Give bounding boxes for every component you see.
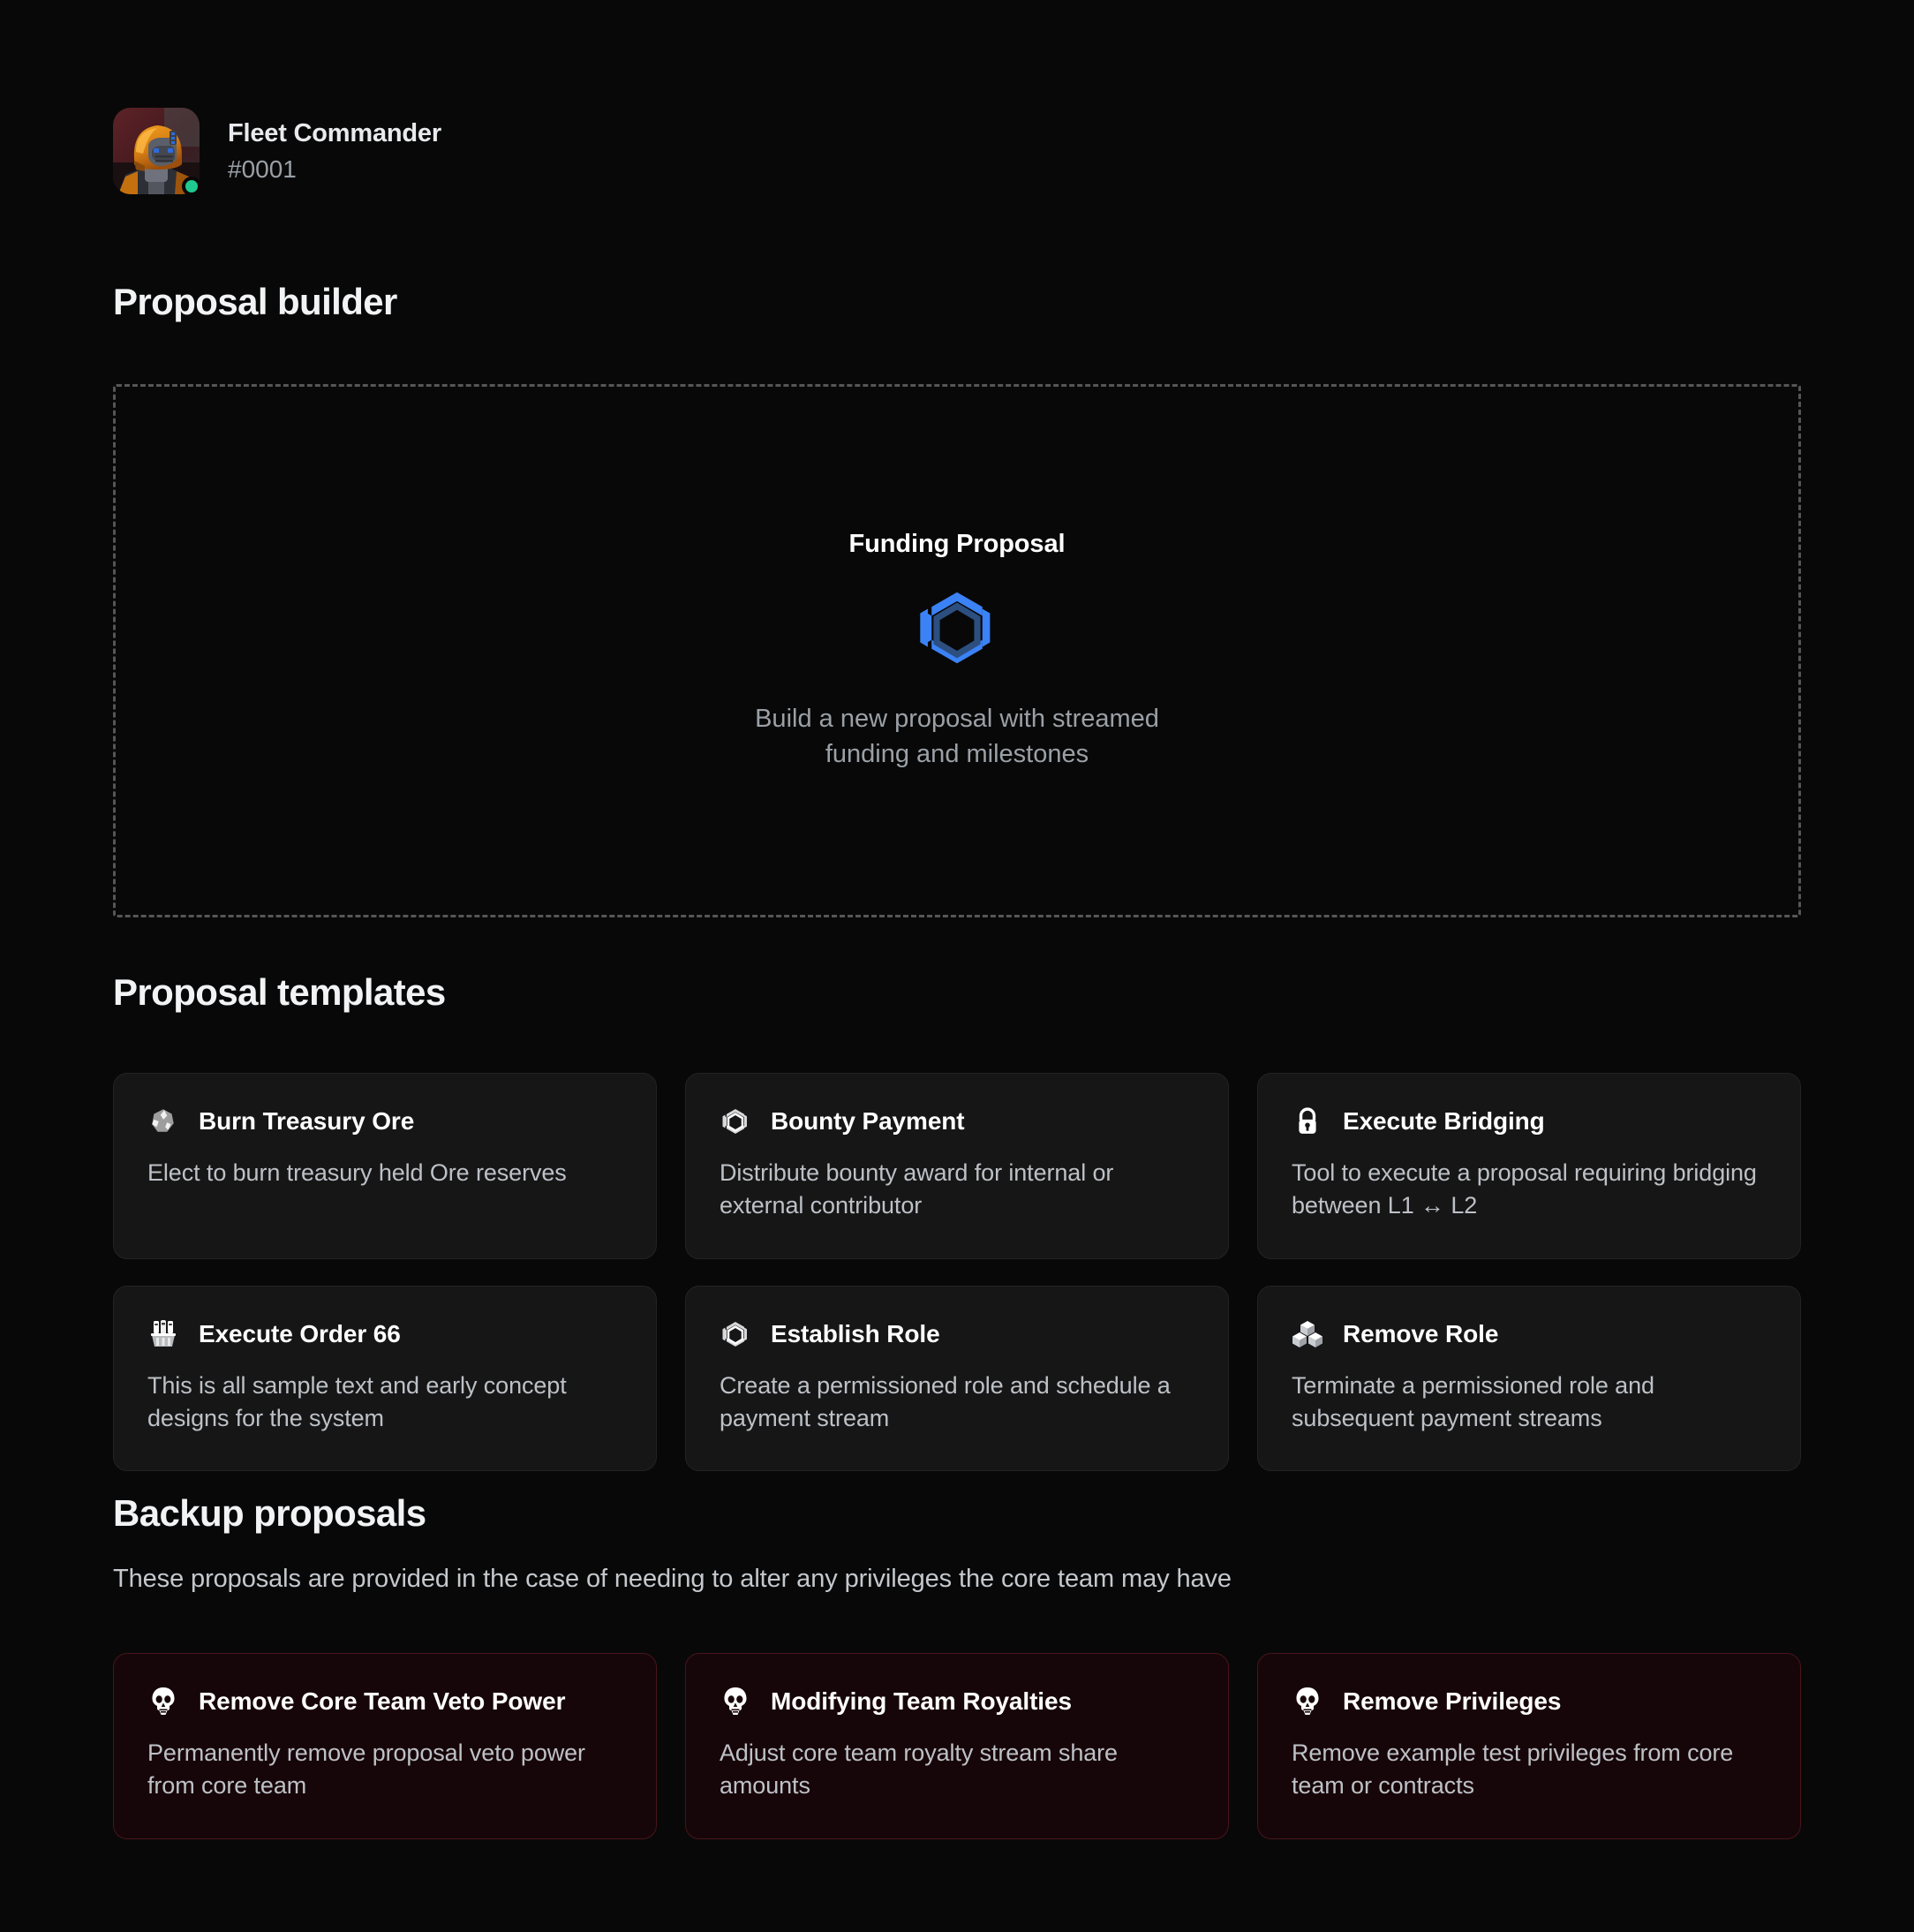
card-title: Execute Bridging: [1343, 1107, 1545, 1135]
card-description: Elect to burn treasury held Ore reserves: [147, 1159, 567, 1186]
card-head: Remove Privileges: [1292, 1686, 1767, 1717]
hexagon-icon: [916, 587, 998, 668]
skull-icon: [1292, 1686, 1323, 1717]
skull-icon: [147, 1686, 179, 1717]
card-head: Execute Bridging: [1292, 1106, 1767, 1137]
card-head: Bounty Payment: [720, 1106, 1194, 1137]
profile-name: Fleet Commander: [228, 119, 441, 148]
template-card-establish-role[interactable]: Establish Role Create a permissioned rol…: [685, 1285, 1229, 1471]
card-head: Modifying Team Royalties: [720, 1686, 1194, 1717]
card-title: Remove Privileges: [1343, 1687, 1562, 1715]
card-description: Distribute bounty award for internal or …: [720, 1159, 1114, 1219]
ore-icon: [147, 1106, 179, 1137]
card-description: Adjust core team royalty stream share am…: [720, 1740, 1118, 1800]
card-description: Permanently remove proposal veto power f…: [147, 1740, 585, 1800]
card-head: Remove Core Team Veto Power: [147, 1686, 622, 1717]
card-title: Modifying Team Royalties: [771, 1687, 1072, 1715]
template-card-remove-role[interactable]: Remove Role Terminate a permissioned rol…: [1257, 1285, 1801, 1471]
profile-id: #0001: [228, 155, 297, 183]
card-title: Establish Role: [771, 1319, 940, 1347]
proposal-builder-page: Fleet Commander #0001 Proposal builder F…: [0, 0, 1914, 1932]
proposal-builder-heading: Proposal builder: [113, 281, 397, 322]
card-head: Remove Role: [1292, 1318, 1767, 1350]
template-card-burn-treasury-ore[interactable]: Burn Treasury Ore Elect to burn treasury…: [113, 1073, 657, 1259]
template-card-execute-order-66[interactable]: Execute Order 66 This is all sample text…: [113, 1285, 657, 1471]
profile-text: Fleet Commander #0001: [228, 117, 441, 184]
backup-proposals-subheading: These proposals are provided in the case…: [113, 1565, 1232, 1593]
hexagon-icon: [720, 1106, 751, 1137]
backup-card-remove-privileges[interactable]: Remove Privileges Remove example test pr…: [1257, 1653, 1801, 1839]
card-title: Burn Treasury Ore: [199, 1107, 415, 1135]
card-description: Create a permissioned role and schedule …: [720, 1371, 1171, 1431]
dropzone-description: Build a new proposal with streamed fundi…: [755, 704, 1159, 768]
hexagon-icon: [720, 1318, 751, 1350]
template-card-execute-bridging[interactable]: Execute Bridging Tool to execute a propo…: [1257, 1073, 1801, 1259]
backup-card-modifying-team-royalties[interactable]: Modifying Team Royalties Adjust core tea…: [685, 1653, 1229, 1839]
backup-card-remove-core-team-veto-power[interactable]: Remove Core Team Veto Power Permanently …: [113, 1653, 657, 1839]
card-description: Terminate a permissioned role and subseq…: [1292, 1371, 1654, 1431]
proposal-templates-heading: Proposal templates: [113, 971, 446, 1013]
card-head: Execute Order 66: [147, 1318, 622, 1350]
avatar[interactable]: [113, 108, 201, 196]
profile-header: Fleet Commander #0001: [113, 108, 441, 196]
proposal-templates-grid: Burn Treasury Ore Elect to burn treasury…: [113, 1073, 1801, 1471]
card-description: Remove example test privileges from core…: [1292, 1740, 1734, 1800]
card-title: Remove Core Team Veto Power: [199, 1687, 566, 1715]
status-indicator-dot: [182, 177, 201, 196]
card-description: Tool to execute a proposal requiring bri…: [1292, 1159, 1757, 1219]
card-head: Burn Treasury Ore: [147, 1106, 622, 1137]
proposal-dropzone[interactable]: Funding Proposal Build a new proposal wi…: [113, 384, 1801, 917]
card-head: Establish Role: [720, 1318, 1194, 1350]
lock-icon: [1292, 1106, 1323, 1137]
dropzone-title: Funding Proposal: [848, 529, 1066, 558]
card-description: This is all sample text and early concep…: [147, 1371, 567, 1431]
card-title: Execute Order 66: [199, 1319, 401, 1347]
card-title: Remove Role: [1343, 1319, 1499, 1347]
troops-icon: [147, 1318, 179, 1350]
card-title: Bounty Payment: [771, 1107, 965, 1135]
backup-proposals-grid: Remove Core Team Veto Power Permanently …: [113, 1653, 1801, 1839]
cubes-icon: [1292, 1318, 1323, 1350]
template-card-bounty-payment[interactable]: Bounty Payment Distribute bounty award f…: [685, 1073, 1229, 1259]
skull-icon: [720, 1686, 751, 1717]
backup-proposals-heading: Backup proposals: [113, 1492, 426, 1534]
